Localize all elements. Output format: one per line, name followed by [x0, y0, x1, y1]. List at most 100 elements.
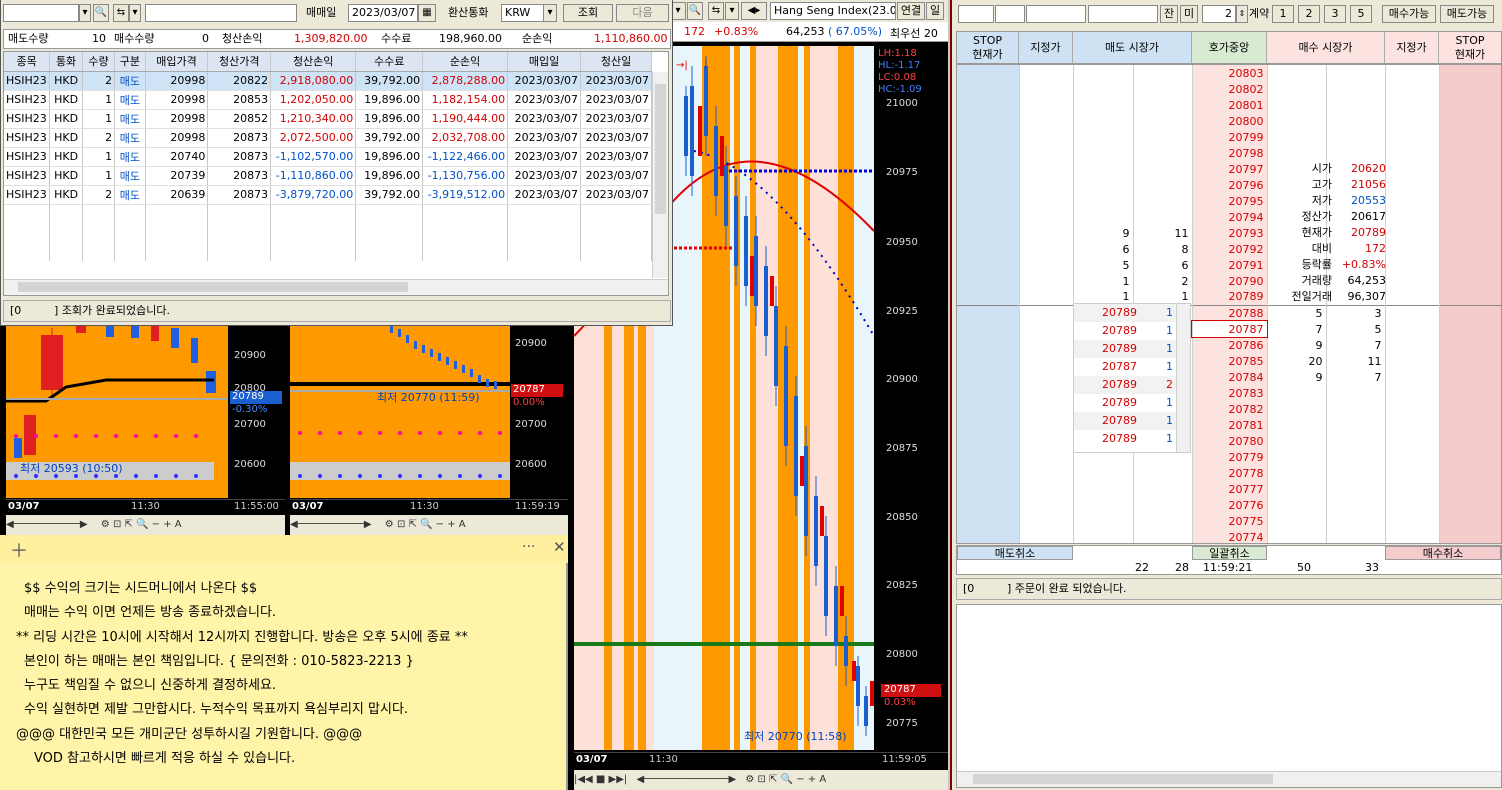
order-book-cell[interactable] — [1019, 353, 1074, 369]
col-header[interactable]: 청산가격 — [207, 52, 272, 72]
order-book-cell[interactable] — [1385, 209, 1440, 225]
day-button[interactable]: 일 — [926, 2, 944, 20]
search-icon[interactable]: 🔍 — [93, 4, 109, 22]
order-book-cell[interactable] — [1385, 337, 1440, 353]
trade-table[interactable]: 종목 통화 수량 구분 매입가격 청산가격 청산손익 수수료 순손익 매입일 청… — [3, 51, 669, 296]
order-book-cell[interactable] — [1019, 369, 1074, 385]
order-book-cell[interactable] — [1019, 497, 1074, 513]
order-book-row[interactable]: 9 11 20793 — [957, 225, 1501, 241]
order-book-cell[interactable] — [957, 449, 1020, 465]
order-book-cell[interactable] — [1439, 481, 1501, 497]
date-input[interactable]: 2023/03/07 — [348, 4, 418, 22]
order-book-cell[interactable] — [1385, 257, 1440, 273]
order-book-cell[interactable] — [1439, 225, 1501, 241]
small-chart-2[interactable]: 최저 20770 (11:59) 20900 20800 20700 20600… — [285, 323, 568, 535]
price-cell[interactable]: 20788 — [1192, 304, 1268, 321]
order-book-cell[interactable] — [1439, 513, 1501, 529]
order-book-cell[interactable] — [957, 225, 1020, 241]
order-book-cell[interactable] — [957, 193, 1020, 209]
price-cell[interactable]: 20781 — [1192, 417, 1268, 433]
order-book-cell[interactable] — [1019, 385, 1074, 401]
price-cell[interactable]: 20794 — [1192, 209, 1268, 225]
trade-row[interactable]: HSIH23 HKD 1 매도 20998 20853 1,202,050.00 19,896… — [4, 90, 652, 110]
account-combo[interactable] — [995, 5, 1025, 23]
order-book-cell[interactable] — [1019, 161, 1074, 177]
price-cell[interactable]: 20778 — [1192, 465, 1268, 481]
order-book-cell[interactable] — [957, 369, 1020, 385]
order-book-cell[interactable] — [1385, 241, 1440, 257]
main-chart-toolbar[interactable]: |◀◀ ■ ▶▶| ◀──────────────▶ ⚙ ⊡ ⇱ 🔍 − + A — [574, 770, 948, 790]
qty-preset-button[interactable]: 1 — [1272, 5, 1294, 23]
trade-history-window[interactable]: ▾ 🔍 ⇆ ▾ 매매일 2023/03/07 ▦ 환산통화 KRW ▾ 조회 다… — [0, 0, 673, 326]
horizontal-scrollbar[interactable] — [957, 771, 1501, 787]
order-book-cell[interactable] — [1385, 113, 1440, 129]
order-book-cell[interactable] — [957, 209, 1020, 225]
order-book-cell[interactable] — [1385, 369, 1440, 385]
scroll-bar-icon[interactable]: ◀──────────────▶ — [637, 774, 737, 785]
price-cell[interactable]: 20797 — [1192, 161, 1268, 177]
limit-right-header[interactable]: 지정가 — [1385, 32, 1439, 63]
qty-preset-button[interactable]: 3 — [1324, 5, 1346, 23]
order-book-row[interactable]: 20779 — [957, 449, 1501, 465]
price-cell[interactable]: 20785 — [1192, 353, 1268, 369]
order-book-cell[interactable] — [1019, 481, 1074, 497]
trade-row[interactable]: HSIH23 HKD 1 매도 20998 20852 1,210,340.00 19,896… — [4, 109, 652, 129]
chart-tools-icon[interactable]: ⚙ ⊡ ⇱ 🔍 − + A — [101, 519, 182, 530]
order-book-row[interactable]: 1 2 20790 — [957, 273, 1501, 289]
search-button[interactable]: 조회 — [563, 4, 613, 22]
order-book-cell[interactable] — [1439, 97, 1501, 113]
order-book-cell[interactable] — [1019, 225, 1074, 241]
message-log[interactable] — [956, 604, 1502, 788]
order-book-cell[interactable] — [957, 65, 1020, 81]
order-book-cell[interactable] — [957, 529, 1020, 543]
sell-market-button[interactable]: 매도 시장가 — [1073, 32, 1192, 63]
order-book-cell[interactable] — [1439, 465, 1501, 481]
order-book-cell[interactable] — [957, 353, 1020, 369]
price-cell[interactable]: 20774 — [1192, 529, 1268, 543]
order-book-cell[interactable] — [957, 97, 1020, 113]
buy-cancel-button[interactable]: 매수취소 — [1385, 546, 1501, 560]
price-cell[interactable]: 20780 — [1192, 433, 1268, 449]
order-book-row[interactable]: 20786 9 7 — [957, 337, 1501, 353]
horizontal-scrollbar[interactable] — [4, 279, 668, 295]
close-icon[interactable]: ✕ — [553, 538, 566, 556]
col-header[interactable]: 청산일 — [580, 52, 652, 72]
order-book-cell[interactable] — [1385, 225, 1440, 241]
order-book-cell[interactable] — [1439, 529, 1501, 543]
price-cell[interactable]: 20776 — [1192, 497, 1268, 513]
trade-row[interactable]: HSIH23 HKD 1 매도 20740 20873 -1,102,570.00 19,89… — [4, 147, 652, 167]
stop-right-header[interactable]: STOP 현재가 — [1439, 32, 1501, 63]
order-book-row[interactable]: 20781 — [957, 417, 1501, 433]
order-book-cell[interactable] — [1019, 209, 1074, 225]
order-book-cell[interactable] — [1019, 449, 1074, 465]
order-book-cell[interactable] — [1019, 433, 1074, 449]
order-book-cell[interactable] — [1385, 321, 1440, 337]
order-book-row[interactable]: 20788 5 3 — [957, 304, 1501, 321]
price-cell[interactable]: 20792 — [1192, 241, 1268, 257]
order-book-cell[interactable] — [1019, 321, 1074, 337]
order-book-cell[interactable] — [1019, 273, 1074, 289]
price-cell[interactable]: 20801 — [1192, 97, 1268, 113]
order-book-cell[interactable] — [1019, 177, 1074, 193]
order-book-cell[interactable] — [1439, 337, 1501, 353]
next-button[interactable]: 다음 — [616, 4, 669, 22]
order-book-cell[interactable] — [1019, 65, 1074, 81]
order-book-cell[interactable] — [1385, 97, 1440, 113]
qty-input[interactable]: 2 — [1202, 5, 1236, 23]
order-book-cell[interactable] — [1439, 321, 1501, 337]
price-cell[interactable]: 20793 — [1192, 225, 1268, 241]
order-book-cell[interactable] — [1019, 241, 1074, 257]
order-book-cell[interactable] — [1019, 193, 1074, 209]
order-book-cell[interactable] — [1439, 289, 1501, 305]
price-cell[interactable]: 20800 — [1192, 113, 1268, 129]
calendar-icon[interactable]: ▦ — [418, 4, 436, 22]
order-book-cell[interactable] — [1439, 304, 1501, 321]
col-header[interactable]: 수량 — [82, 52, 116, 72]
order-book-cell[interactable] — [1439, 129, 1501, 145]
order-book-cell[interactable] — [957, 465, 1020, 481]
price-cell[interactable]: 20787 — [1191, 320, 1268, 338]
price-cell[interactable]: 20791 — [1192, 257, 1268, 273]
order-book-cell[interactable] — [1385, 161, 1440, 177]
order-book-row[interactable]: 20802 — [957, 81, 1501, 97]
order-book-cell[interactable] — [1385, 353, 1440, 369]
